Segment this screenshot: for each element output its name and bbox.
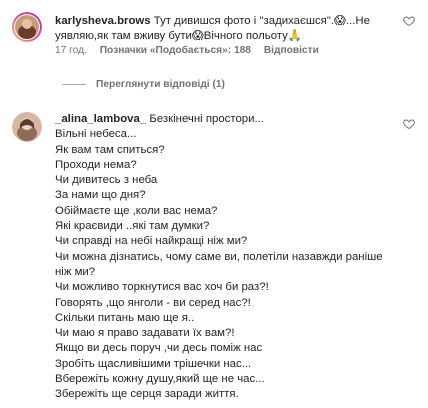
comment-meta: 17 год. Позначки «Подобається»: 188 Відп…: [55, 45, 329, 56]
comment-line: Безкінечні простори...: [149, 113, 264, 125]
reply-button[interactable]: Відповісти: [264, 45, 319, 56]
comment-line: Говорять ,що янголи - ви серед нас?!: [55, 296, 251, 309]
comment-username[interactable]: karlysheva.brows: [55, 15, 151, 27]
comment-line: Чи можна дізнатись, чому саме ви, полеті…: [55, 250, 383, 278]
comment-line: Вільні небеса...: [55, 128, 137, 141]
heart-outline-icon[interactable]: [403, 117, 415, 130]
comments-panel: karlysheva.brows Тут дивишся фото і "зад…: [0, 0, 428, 408]
comment-username[interactable]: _alina_lambova_: [55, 113, 146, 125]
comment-line: Зробіть щасливішими трішечки нас...: [55, 357, 252, 370]
comment-line: Чи дивитесь з неба: [55, 174, 158, 187]
comment-line: Обіймаєте ще ,коли вас нема?: [55, 204, 218, 217]
heart-outline-icon[interactable]: [403, 14, 415, 27]
comment-line: За нами що дня?: [55, 189, 146, 202]
replies-divider: [62, 83, 86, 85]
comment-item: karlysheva.brows Тут дивишся фото і "зад…: [0, 0, 428, 72]
view-replies-label: Переглянути відповіді (1): [96, 78, 225, 90]
view-replies-button[interactable]: Переглянути відповіді (1): [62, 76, 225, 92]
comment-line: Чи маю я право задавати їх вам?!: [55, 327, 235, 340]
comment-line: Чи справді на небі найкращі ніж ми?: [55, 235, 248, 248]
comment-line: Якщо ви десь поруч ,чи десь поміж нас: [55, 342, 263, 355]
comment-likes[interactable]: Позначки «Подобається»: 188: [100, 45, 251, 56]
avatar[interactable]: [12, 112, 42, 142]
comment-line: Збережіть ще серця заради життя.: [55, 388, 239, 401]
comment-text: karlysheva.brows Тут дивишся фото і "зад…: [55, 14, 398, 44]
comment-line: Проходи нема?: [55, 158, 137, 171]
comment-line: Скільки питань маю ще я..: [55, 311, 195, 324]
comment-line: Які краєвиди ..які там думки?: [55, 220, 210, 233]
comment-text: _alina_lambova_ Безкінечні простори... В…: [55, 112, 398, 403]
avatar[interactable]: [12, 12, 42, 42]
comment-time: 17 год.: [55, 45, 87, 56]
comment-line: Вбережіть кожну душу,який ще не час...: [55, 373, 265, 386]
comment-line: Чи можливо торкнутися вас хоч би раз?!: [55, 281, 269, 294]
comment-line: Як вам там спиться?: [55, 143, 165, 156]
